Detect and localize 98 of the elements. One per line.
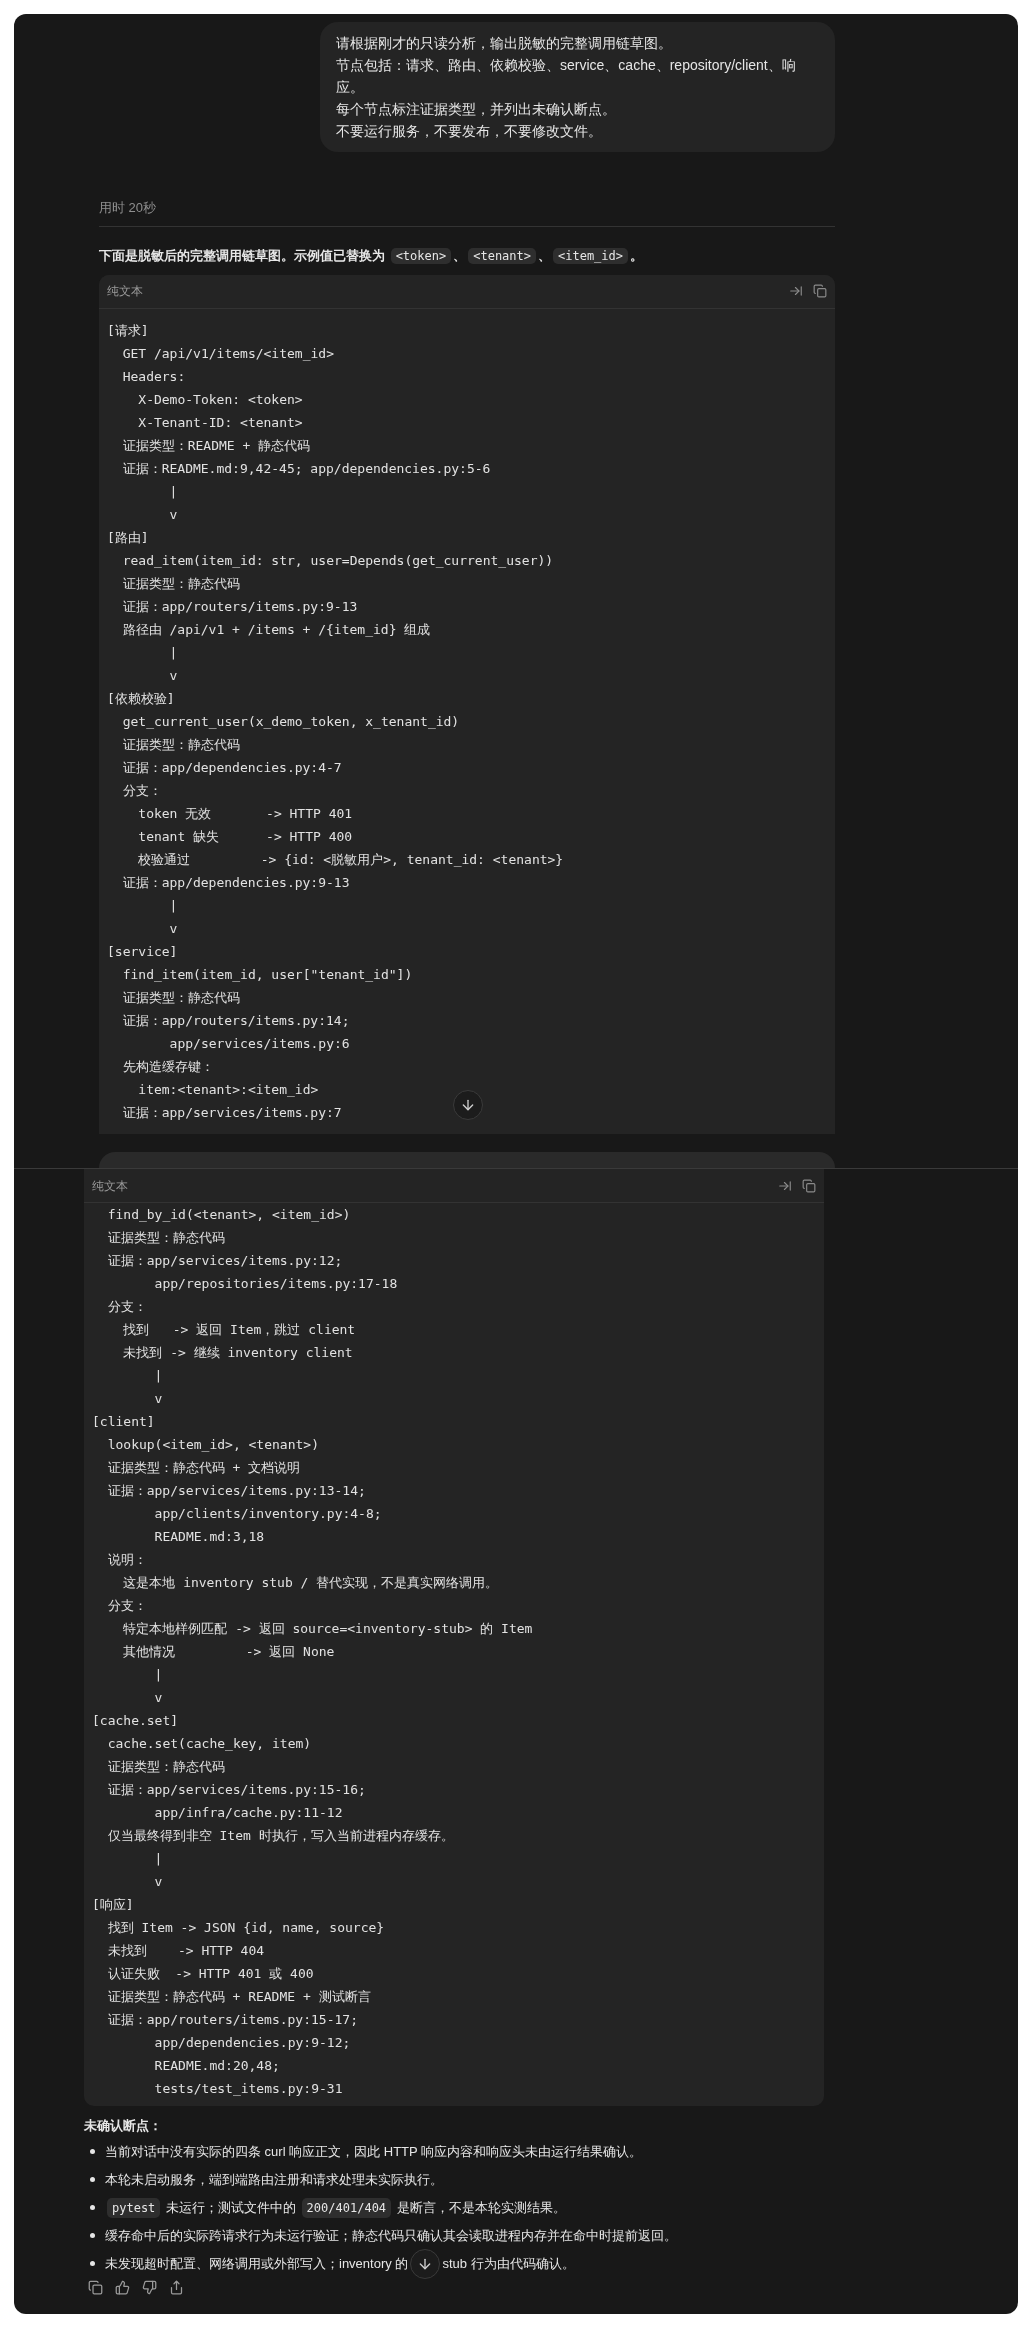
code-line: 找到 -> 返回 Item，跳过 client <box>122 1321 356 1339</box>
code-line: 证据类型：静态代码 <box>121 574 240 593</box>
code-line: app/repositories/items.py:17-18 <box>153 1275 398 1293</box>
code-line: [依赖校验] <box>107 689 175 708</box>
code-line: 证据类型：静态代码 + README + 测试断言 <box>106 1988 371 2006</box>
code-line: v <box>153 1873 163 1891</box>
code-line: tenant 缺失 -> HTTP 400 <box>137 827 353 846</box>
code-line: [路由] <box>107 528 149 547</box>
code-line: | <box>168 643 178 662</box>
text: 下面是脱敏后的完整调用链草图。示例值已替换为 <box>99 247 386 263</box>
code-line: read_item(item_id: str, user=Depends(get_current_user)) <box>121 551 554 570</box>
message-line: 每个节点标注证据类型，并列出未确认断点。 <box>336 100 617 119</box>
code-line: v <box>168 505 178 524</box>
code-line: v <box>168 919 178 938</box>
code-line: [service] <box>107 942 178 961</box>
code-line: 证据：app/routers/items.py:9-13 <box>121 597 358 616</box>
inline-code: <item_id> <box>553 247 629 264</box>
code-line: 证据类型：静态代码 + 文档说明 <box>106 1459 301 1477</box>
code-line: [cache.set] <box>92 1712 179 1730</box>
message-line: 节点包括：请求、路由、依赖校验、service、cache、repository/client、响应。 <box>336 56 797 97</box>
code-line: 先构造缓存键： <box>121 1057 214 1076</box>
code-line: 证据：app/services/items.py:15-16; <box>106 1781 366 1799</box>
inline-code: <token> <box>390 247 452 264</box>
code-line: token 无效 -> HTTP 401 <box>137 804 353 823</box>
text: 缓存命中后的实际跨请求行为未运行验证；静态代码只确认其会读取进程内存并在命中时提前返回。 <box>105 2226 677 2245</box>
code-line: v <box>168 666 178 685</box>
code-line: v <box>153 1689 163 1707</box>
code-line: 分支： <box>106 1597 147 1615</box>
language-label: 纯文本 <box>92 1177 128 1195</box>
code-line: 分支： <box>106 1298 147 1316</box>
code-line: 证据：app/services/items.py:7 <box>121 1103 342 1122</box>
code-line: 这是本地 inventory stub / 替代实现，不是真实网络调用。 <box>122 1574 499 1592</box>
code-line: cache.set(cache_key, item) <box>106 1735 312 1753</box>
elapsed-time: 用时 20秒 <box>99 199 157 217</box>
code-line: find_by_id(<tenant>, <item_id>) <box>106 1206 351 1224</box>
code-line: 证据：app/services/items.py:13-14; <box>106 1482 366 1500</box>
code-line: | <box>168 896 178 915</box>
text: 未运行；测试文件中的 <box>165 2198 297 2217</box>
text: 本轮未启动服务，端到端路由注册和请求处理未实际执行。 <box>105 2170 443 2189</box>
code-line: 证据：app/dependencies.py:9-13 <box>121 873 350 892</box>
code-line: [client] <box>92 1413 155 1431</box>
inline-code: <tenant> <box>468 247 536 264</box>
code-line: 找到 Item -> JSON {id, name, source} <box>106 1919 385 1937</box>
code-line: 证据类型：静态代码 <box>106 1229 225 1247</box>
code-line: 证据类型：README + 静态代码 <box>121 436 311 455</box>
code-line: 证据类型：静态代码 <box>106 1758 225 1776</box>
inline-code: 200/401/404 <box>301 2197 392 2218</box>
code-line: 证据：README.md:9,42-45; app/dependencies.py:5-6 <box>121 459 491 478</box>
code-line: find_item(item_id, user["tenant_id"]) <box>121 965 413 984</box>
code-line: [响应] <box>92 1896 134 1914</box>
code-line: app/infra/cache.py:11-12 <box>153 1804 343 1822</box>
code-line: item:<tenant>:<item_id> <box>137 1080 319 1099</box>
code-line: 未找到 -> HTTP 404 <box>106 1942 265 1960</box>
code-line: tests/test_items.py:9-31 <box>153 2080 343 2098</box>
text: 、 <box>538 247 551 263</box>
code-line: 未找到 -> 继续 inventory client <box>122 1344 353 1362</box>
code-line: 其他情况 -> 返回 None <box>122 1643 335 1661</box>
code-line: get_current_user(x_demo_token, x_tenant_id) <box>121 712 460 731</box>
text: 未发现超时配置、网络调用或外部写入；inventory 的 <box>105 2254 409 2273</box>
code-line: X-Tenant-ID: <tenant> <box>137 413 303 432</box>
code-line: README.md:3,18 <box>153 1528 265 1546</box>
code-line: 分支： <box>121 781 162 800</box>
code-line: 认证失败 -> HTTP 401 或 400 <box>106 1965 314 1983</box>
code-line: app/services/items.py:6 <box>168 1034 350 1053</box>
language-label: 纯文本 <box>107 283 143 300</box>
code-line: [请求] <box>107 321 149 340</box>
code-line: 仅当最终得到非空 Item 时执行，写入当前进程内存缓存。 <box>106 1827 454 1845</box>
inline-code: pytest <box>107 2197 161 2218</box>
code-line: 证据：app/routers/items.py:15-17; <box>106 2011 358 2029</box>
text: stub 行为由代码确认。 <box>442 2254 575 2273</box>
code-line: app/clients/inventory.py:4-8; <box>153 1505 382 1523</box>
code-line: | <box>153 1850 163 1868</box>
code-line: 证据类型：静态代码 <box>121 735 240 754</box>
code-line: 特定本地样例匹配 -> 返回 source=<inventory-stub> 的 Item <box>122 1620 533 1638</box>
text: 是断言，不是本轮实测结果。 <box>395 2198 566 2217</box>
code-line: README.md:20,48; <box>153 2057 280 2075</box>
code-line: 校验通过 -> {id: <脱敏用户>, tenant_id: <tenant>} <box>137 850 564 869</box>
text: 当前对话中没有实际的四条 curl 响应正文，因此 HTTP 响应内容和响应头未由运行结果确认。 <box>105 2142 643 2161</box>
code-line: 路径由 /api/v1 + /items + /{item_id} 组成 <box>121 620 431 639</box>
code-line: 证据：app/routers/items.py:14; <box>121 1011 350 1030</box>
message-line: 不要运行服务，不要发布，不要修改文件。 <box>336 122 603 141</box>
section-heading: 未确认断点： <box>84 2117 162 2135</box>
code-line: 证据类型：静态代码 <box>121 988 240 1007</box>
code-line: v <box>153 1390 163 1408</box>
code-line: 说明： <box>106 1551 147 1569</box>
code-line: 证据：app/services/items.py:12; <box>106 1252 343 1270</box>
message-line: 请根据刚才的只读分析，输出脱敏的完整调用链草图。 <box>336 34 673 53</box>
code-line: lookup(<item_id>, <tenant>) <box>106 1436 319 1454</box>
code-line: GET /api/v1/items/<item_id> <box>121 344 334 363</box>
code-line: 证据：app/dependencies.py:4-7 <box>121 758 342 777</box>
code-line: | <box>168 482 178 501</box>
code-line: app/dependencies.py:9-12; <box>153 2034 351 2052</box>
code-line: | <box>153 1367 163 1385</box>
code-line: | <box>153 1666 163 1684</box>
code-line: Headers: <box>121 367 186 386</box>
code-line: X-Demo-Token: <token> <box>137 390 303 409</box>
text: 。 <box>630 247 644 263</box>
text: 、 <box>453 247 467 263</box>
